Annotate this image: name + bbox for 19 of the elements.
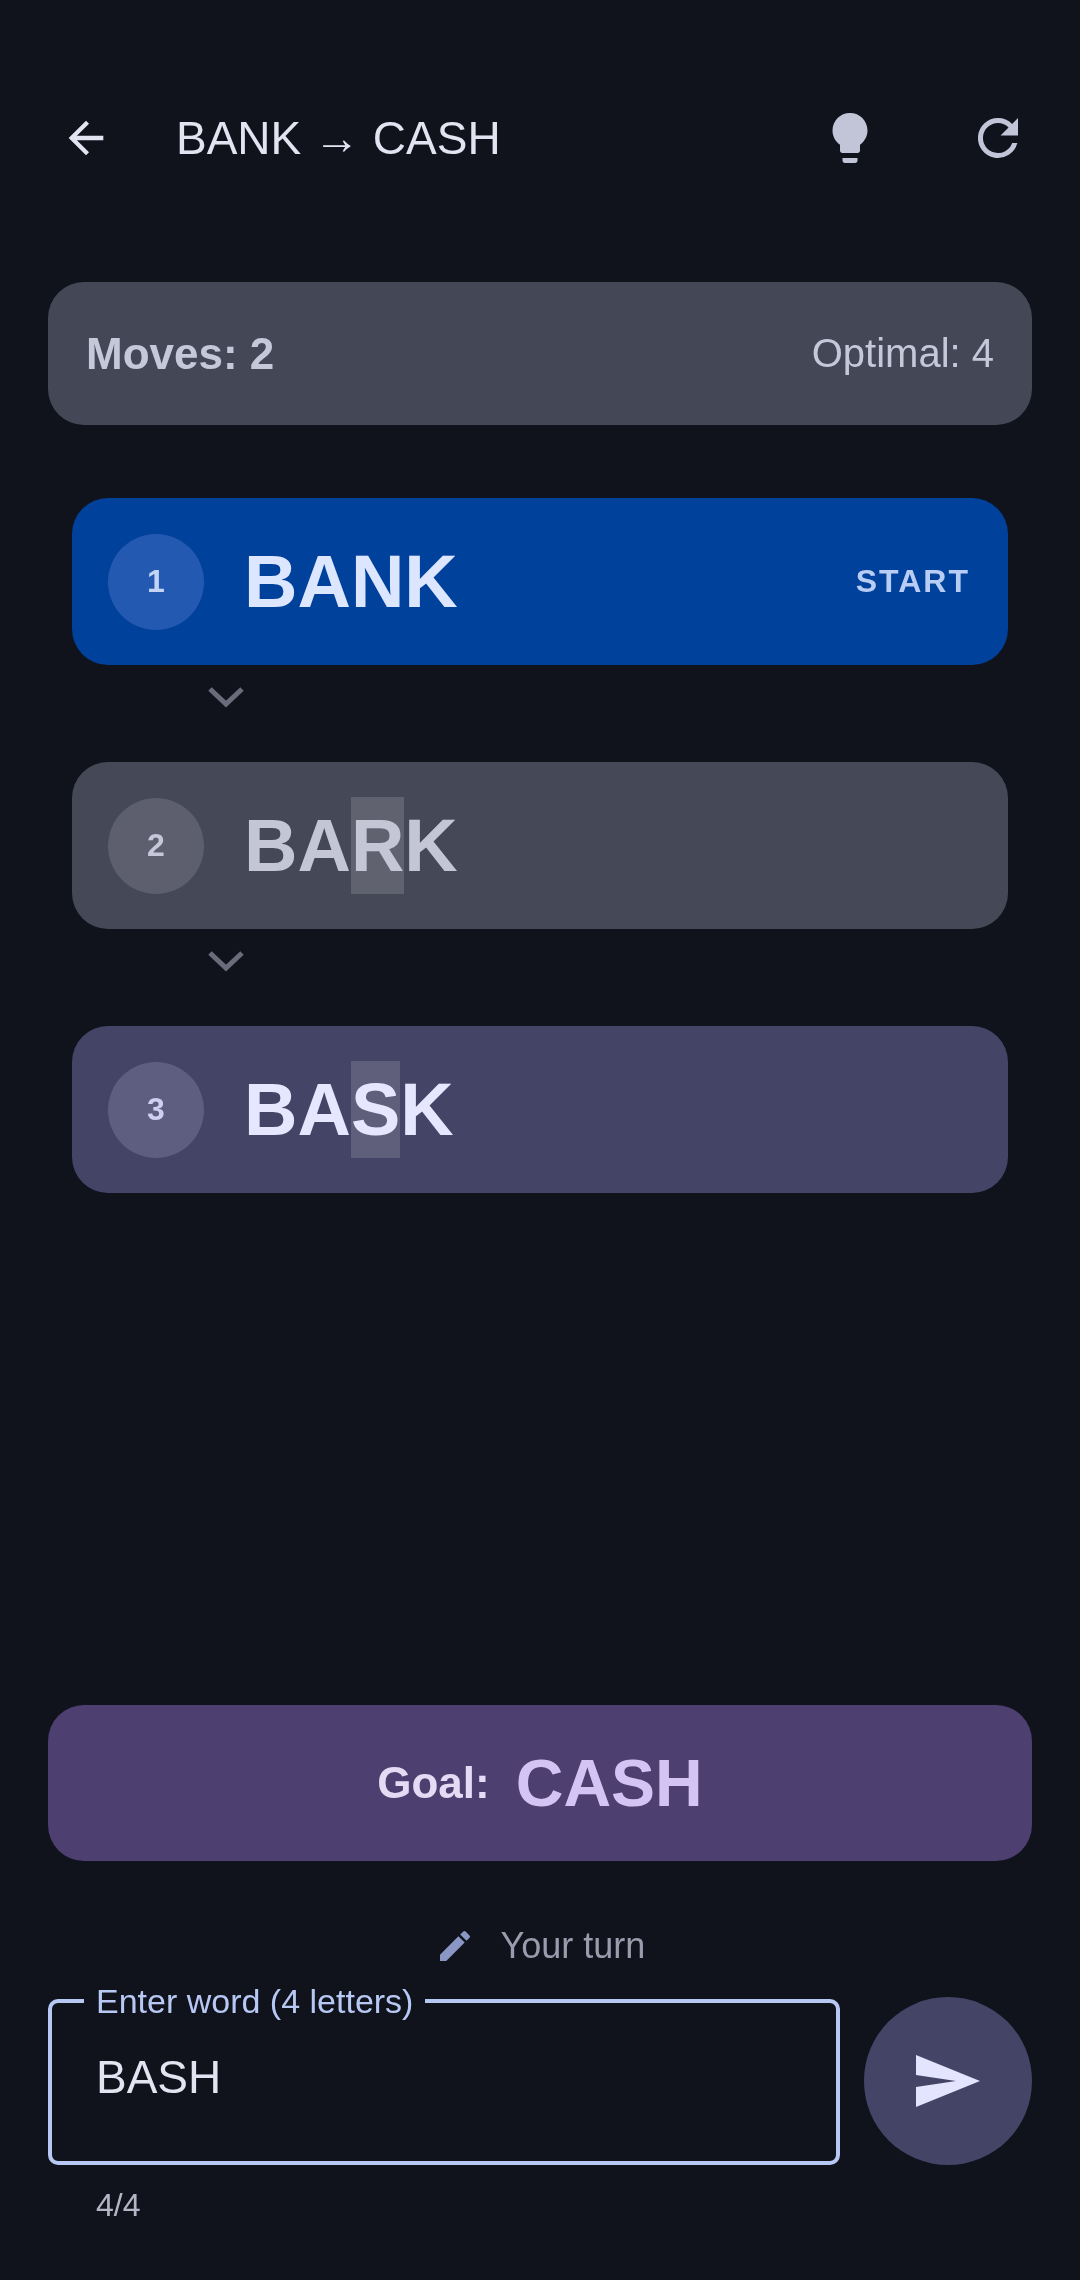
step-number: 3 [108,1061,204,1158]
step-word: BARK [244,797,970,894]
turn-status: Your turn [500,1925,646,1967]
step-word: BANK [244,539,459,625]
optimal-count: Optimal: 4 [811,331,994,376]
goal-word: CASH [515,1745,703,1821]
step-number: 2 [108,797,204,894]
send-icon [914,2053,982,2109]
chevron-down-icon [206,685,246,709]
chevron-down-icon [206,949,246,973]
step-number: 1 [108,533,204,630]
character-counter: 4/4 [96,2187,142,2224]
step-word: BASK [244,1061,970,1158]
screen-title: BANK → CASH [176,111,502,165]
start-label: START [855,563,970,600]
goal-label: Goal: [377,1758,490,1808]
typed-word: BASH [96,2050,222,2104]
moves-count: Moves: 2 [86,328,275,379]
field-label: Enter word (4 letters) [95,1981,415,2022]
